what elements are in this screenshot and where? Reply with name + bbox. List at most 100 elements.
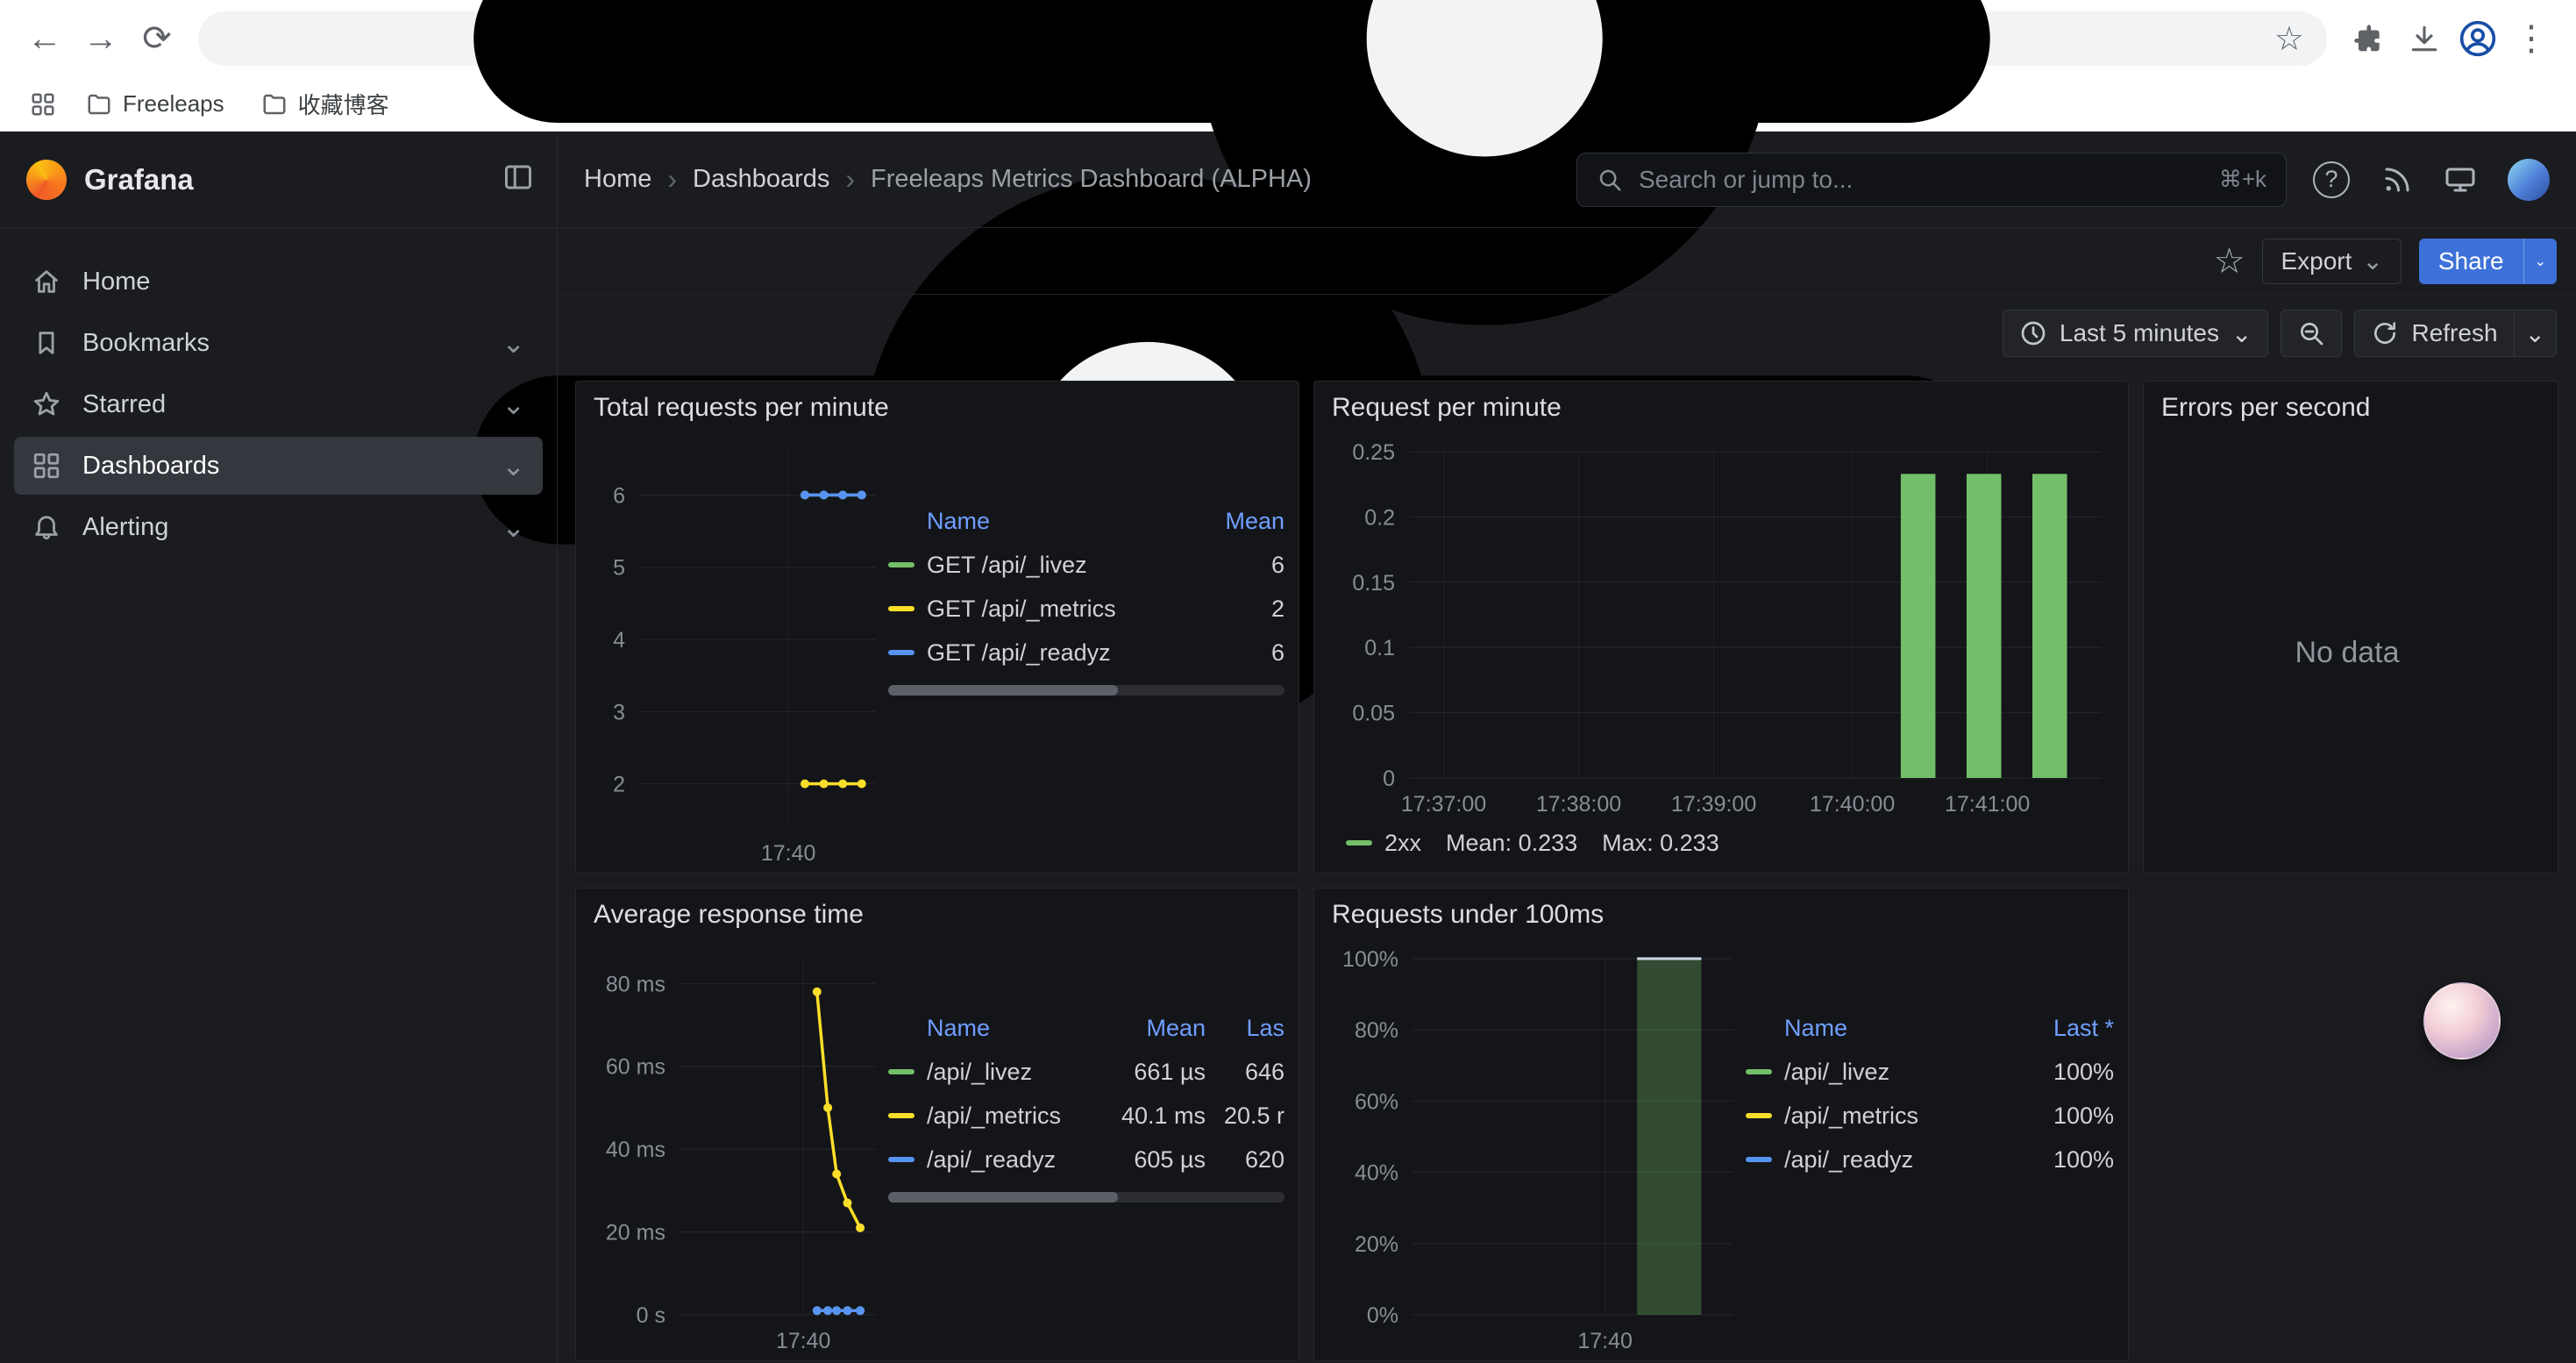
panel-title-bar[interactable]: Request per minute [1314,382,2128,434]
legend-value: 2 [1188,596,1284,623]
legend-column-header[interactable]: Name [888,508,1188,535]
legend-scrollbar[interactable] [888,685,1284,696]
search-input[interactable] [1637,165,2205,195]
share-menu-caret[interactable]: ⌄ [2523,239,2557,284]
svg-text:60%: 60% [1355,1089,1398,1114]
legend-row[interactable]: /api/_metrics40.1 ms20.5 r [888,1094,1284,1138]
forward-button[interactable]: → [75,13,126,64]
bookmark-star-icon[interactable]: ☆ [2274,19,2304,59]
legend-series-name[interactable]: /api/_livez [888,1059,1083,1086]
zoom-out-button[interactable] [2281,310,2342,357]
legend-series-name[interactable]: GET /api/_readyz [888,639,1188,667]
browser-toolbar: ← → ⟳ grafana.mathmast.com/d/deytv4rwava… [0,0,2576,77]
svg-text:0 s: 0 s [637,1303,665,1328]
sidebar-item-bookmarks[interactable]: Bookmarks ⌄ [14,314,543,372]
export-button[interactable]: Export ⌄ [2262,239,2401,284]
legend-series-name[interactable]: GET /api/_livez [888,552,1188,579]
time-range-label: Last 5 minutes [2060,319,2219,347]
favorite-star-icon[interactable]: ☆ [2214,244,2245,279]
legend-value: 661 µs [1083,1059,1206,1086]
grafana-logo[interactable] [26,160,67,200]
legend-column-header[interactable]: Las [1206,1015,1284,1042]
legend-line[interactable]: 2xx Mean: 0.233 Max: 0.233 [1321,818,2114,867]
extensions-icon[interactable] [2343,13,2394,64]
svg-text:40 ms: 40 ms [606,1138,665,1162]
download-icon[interactable] [2399,13,2450,64]
legend-value: 40.1 ms [1083,1103,1206,1130]
panel-title-bar[interactable]: Requests under 100ms [1314,888,2128,941]
zoom-out-icon [2297,319,2325,347]
legend-row[interactable]: GET /api/_livez6 [888,543,1284,587]
bar-chart[interactable]: 00.050.10.150.20.2517:37:0017:38:0017:39… [1321,438,2114,818]
refresh-interval-caret[interactable]: ⌄ [2515,310,2557,357]
panel-errors-per-second: Errors per second No data [2143,381,2558,874]
sidebar-collapse-icon[interactable] [502,161,534,197]
chevron-down-icon: ⌄ [2362,246,2382,275]
legend-row[interactable]: GET /api/_readyz6 [888,631,1284,674]
help-icon[interactable]: ? [2313,161,2350,198]
legend-row[interactable]: /api/_livez100% [1746,1050,2114,1094]
legend-series-name[interactable]: /api/_metrics [888,1103,1083,1130]
floating-assistant-avatar[interactable] [2423,982,2501,1060]
legend-series-name[interactable]: /api/_readyz [888,1146,1083,1174]
svg-text:40%: 40% [1355,1161,1398,1186]
back-button[interactable]: ← [19,13,70,64]
breadcrumb-home[interactable]: Home [584,165,651,194]
panel-title-bar[interactable]: Total requests per minute [576,382,1299,434]
chevron-down-icon[interactable]: ⌄ [502,390,525,418]
legend-series-name[interactable]: GET /api/_metrics [888,596,1188,623]
user-avatar[interactable] [2508,159,2550,201]
sidebar-item-label: Dashboards [82,452,219,481]
breadcrumb-dashboards[interactable]: Dashboards [693,165,829,194]
panels-area: Total requests per minute 2345617:40 Nam… [558,372,2576,1363]
legend-column-header[interactable]: Last * [2009,1015,2114,1042]
bookmark-folder-blogs[interactable]: 收藏博客 [247,82,403,125]
sidebar-item-dashboards[interactable]: Dashboards ⌄ [14,437,543,495]
legend-series-name[interactable]: /api/_livez [1746,1059,2009,1086]
legend-row[interactable]: /api/_metrics100% [1746,1094,2114,1138]
monitor-icon[interactable] [2444,164,2476,196]
legend-series-name[interactable]: /api/_readyz [1746,1146,2009,1174]
reload-button[interactable]: ⟳ [132,13,182,64]
chevron-down-icon[interactable]: ⌄ [502,329,525,357]
sidebar-item-alerting[interactable]: Alerting ⌄ [14,498,543,556]
timeseries-chart[interactable]: 80 ms60 ms40 ms20 ms0 s17:40 [583,945,888,1355]
legend-column-header[interactable]: Mean [1083,1015,1206,1042]
chevron-down-icon[interactable]: ⌄ [502,513,525,541]
header-main: Home › Dashboards › Freeleaps Metrics Da… [558,132,2576,227]
chevron-down-icon[interactable]: ⌄ [502,452,525,480]
timeseries-chart[interactable]: 2345617:40 [583,438,888,867]
sidebar-item-home[interactable]: Home [14,253,543,310]
legend-series-name[interactable]: /api/_metrics [1746,1103,2009,1130]
browser-menu-icon[interactable]: ⋮ [2506,13,2557,64]
legend-column-header[interactable]: Name [888,1015,1083,1042]
legend-row[interactable]: GET /api/_metrics2 [888,587,1284,631]
series-name[interactable]: 2xx [1384,830,1421,857]
legend-scrollbar[interactable] [888,1192,1284,1202]
panel-title: Total requests per minute [594,393,889,423]
browser-profile-icon[interactable] [2455,16,2501,61]
share-button[interactable]: Share [2419,239,2523,284]
bar-chart[interactable]: 100%80%60%40%20%0%17:40 [1321,945,1746,1355]
legend-row[interactable]: /api/_livez661 µs646 [888,1050,1284,1094]
news-rss-icon[interactable] [2381,164,2413,196]
refresh-split-button: Refresh ⌄ [2354,310,2557,357]
search-box[interactable]: ⌘+k [1576,153,2287,207]
panel-title-bar[interactable]: Average response time [576,888,1299,941]
svg-text:17:38:00: 17:38:00 [1536,792,1621,817]
legend-row[interactable]: /api/_readyz605 µs620 [888,1138,1284,1181]
panel-title-bar[interactable]: Errors per second [2144,382,2558,434]
legend-column-header[interactable]: Name [1746,1015,2009,1042]
sidebar-item-label: Home [82,268,150,296]
refresh-button[interactable]: Refresh [2354,310,2514,357]
legend-value: 20.5 r [1206,1103,1284,1130]
apps-grid-icon[interactable] [23,84,63,125]
legend-column-header[interactable]: Mean [1188,508,1284,535]
sidebar-item-starred[interactable]: Starred ⌄ [14,375,543,433]
share-split-button: Share ⌄ [2419,239,2557,284]
bookmark-folder-freeleaps[interactable]: Freeleaps [72,85,238,123]
legend-row[interactable]: /api/_readyz100% [1746,1138,2114,1181]
series-color-swatch [888,606,914,611]
time-range-picker[interactable]: Last 5 minutes ⌄ [2003,310,2269,357]
url-bar[interactable]: grafana.mathmast.com/d/deytv4rwavabkb/fr… [198,11,2327,66]
